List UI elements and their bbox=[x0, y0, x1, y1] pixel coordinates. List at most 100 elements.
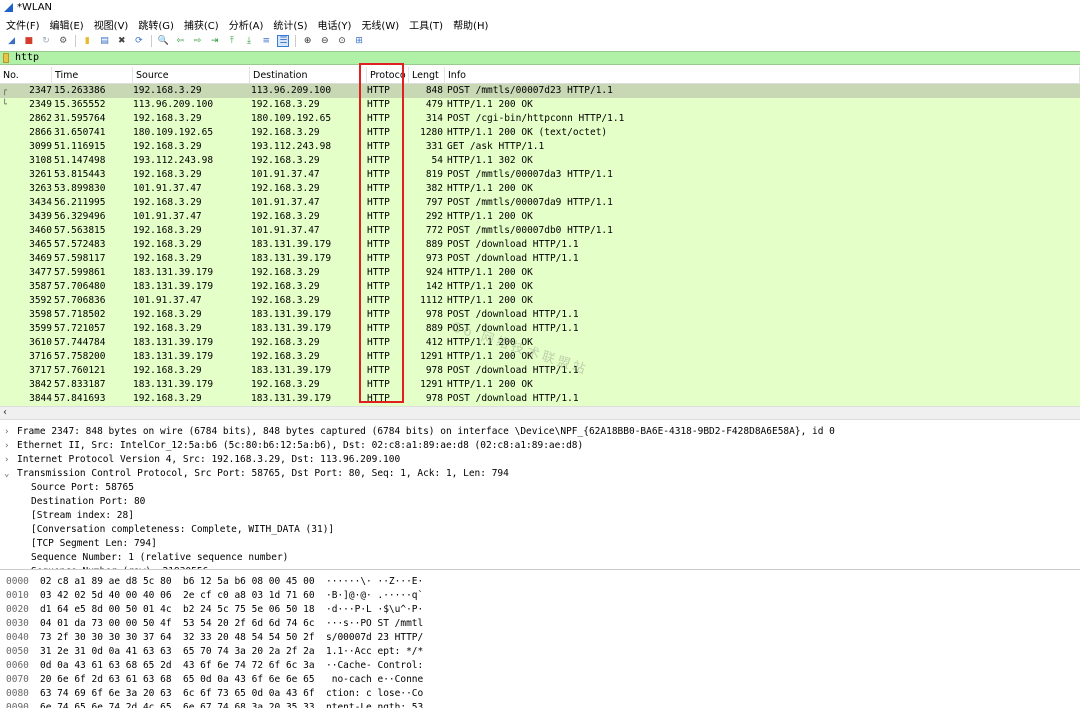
packet-list[interactable]: No. Time Source Destination Protoco Lengt Info… bbox=[0, 67, 1080, 406]
detail-line[interactable]: › Ethernet II, Src: IntelCor_12:5a:b6 (5c… bbox=[0, 439, 1080, 453]
packet-bytes-pane[interactable]: 0000 02 c8 a1 89 ae d8 5c 80 b6 12 5a b6 … bbox=[0, 574, 1080, 708]
packet-row[interactable]: 3263 53.899830 101.91.37.47 192.168.3.29 HTT… bbox=[0, 182, 1080, 196]
packet-row[interactable]: 3108 51.147498 193.112.243.98 192.168.3.29 H… bbox=[0, 154, 1080, 168]
detail-line[interactable]: [Stream index: 28] bbox=[0, 509, 1080, 523]
collapsed-arrow-icon[interactable]: › bbox=[4, 425, 14, 439]
bytes-line[interactable]: 0050 31 2e 31 0d 0a 41 63 63 65 70 74 3a … bbox=[0, 645, 1080, 659]
packet-row[interactable]: 3717 57.760121 192.168.3.29 183.131.39.179 H… bbox=[0, 364, 1080, 378]
open-file-icon[interactable]: ▮ bbox=[81, 35, 93, 47]
bytes-line[interactable]: 0070 20 6e 6f 2d 63 61 63 68 65 0d 0a 43 … bbox=[0, 673, 1080, 687]
find-packet-icon[interactable]: 🔍 bbox=[157, 35, 169, 47]
menu-item-7[interactable]: 电话(Y) bbox=[313, 17, 357, 32]
bytes-line[interactable]: 0020 d1 64 e5 8d 00 50 01 4c b2 24 5c 75 … bbox=[0, 603, 1080, 617]
stop-capture-icon[interactable]: ■ bbox=[23, 35, 35, 47]
column-header-destination[interactable]: Destination bbox=[250, 67, 367, 84]
packet-time: 15.263386 bbox=[54, 85, 106, 96]
scroll-left-icon[interactable]: ‹ bbox=[3, 407, 7, 419]
packet-list-rows[interactable]: ┌ 2347 15.263386 192.168.3.29 113.96.209.100… bbox=[0, 84, 1080, 406]
packet-row[interactable]: 3587 57.706480 183.131.39.179 192.168.3.29 H… bbox=[0, 280, 1080, 294]
packet-row[interactable]: 3844 57.841693 192.168.3.29 183.131.39.179 H… bbox=[0, 392, 1080, 406]
go-last-icon[interactable]: ⤓ bbox=[243, 35, 255, 47]
column-header-source[interactable]: Source bbox=[133, 67, 250, 84]
column-header-info[interactable]: Info bbox=[445, 67, 1080, 84]
bytes-ascii: ···s··PO ST /mmtl bbox=[326, 618, 424, 629]
bytes-line[interactable]: 0080 63 74 69 6f 6e 3a 20 63 6c 6f 73 65 … bbox=[0, 687, 1080, 701]
shark-fin-start-icon[interactable]: ◢ bbox=[6, 35, 18, 47]
packet-dst: 192.168.3.29 bbox=[251, 183, 320, 194]
menu-item-0[interactable]: 文件(F) bbox=[0, 17, 45, 32]
detail-line[interactable]: Source Port: 58765 bbox=[0, 481, 1080, 495]
packet-row[interactable]: 3842 57.833187 183.131.39.179 192.168.3.29 H… bbox=[0, 378, 1080, 392]
go-to-packet-icon[interactable]: ⇥ bbox=[209, 35, 221, 47]
bytes-line[interactable]: 0000 02 c8 a1 89 ae d8 5c 80 b6 12 5a b6 … bbox=[0, 575, 1080, 589]
close-file-icon[interactable]: ✖ bbox=[116, 35, 128, 47]
menu-item-2[interactable]: 视图(V) bbox=[89, 17, 134, 32]
reload-file-icon[interactable]: ⟳ bbox=[133, 35, 145, 47]
menu-item-4[interactable]: 捕获(C) bbox=[179, 17, 224, 32]
column-header-time[interactable]: Time bbox=[52, 67, 133, 84]
detail-line[interactable]: › Internet Protocol Version 4, Src: 192.1… bbox=[0, 453, 1080, 467]
menu-item-5[interactable]: 分析(A) bbox=[224, 17, 269, 32]
collapsed-arrow-icon[interactable]: › bbox=[4, 439, 14, 453]
packet-details-pane[interactable]: › Frame 2347: 848 bytes on wire (6784 bit… bbox=[0, 424, 1080, 570]
packet-row[interactable]: └ 2349 15.365552 113.96.209.100 192.168.3.29… bbox=[0, 98, 1080, 112]
go-first-icon[interactable]: ⤒ bbox=[226, 35, 238, 47]
column-header-no[interactable]: No. bbox=[0, 67, 52, 84]
packet-row[interactable]: 3261 53.815443 192.168.3.29 101.91.37.47 HTT… bbox=[0, 168, 1080, 182]
detail-text: Source Port: 58765 bbox=[31, 482, 134, 493]
colorize-icon[interactable]: ☰ bbox=[277, 35, 290, 47]
packet-row[interactable]: 3592 57.706836 101.91.37.47 192.168.3.29 HTT… bbox=[0, 294, 1080, 308]
collapsed-arrow-icon[interactable]: › bbox=[4, 453, 14, 467]
column-header-length[interactable]: Lengt bbox=[409, 67, 445, 84]
packet-row[interactable]: 3439 56.329496 101.91.37.47 192.168.3.29 HTT… bbox=[0, 210, 1080, 224]
bytes-line[interactable]: 0040 73 2f 30 30 30 30 37 64 32 33 20 48 … bbox=[0, 631, 1080, 645]
expanded-arrow-icon[interactable]: ⌄ bbox=[4, 467, 14, 481]
packet-row[interactable]: 3610 57.744784 183.131.39.179 192.168.3.29 H… bbox=[0, 336, 1080, 350]
menu-item-10[interactable]: 帮助(H) bbox=[448, 17, 493, 32]
packet-row[interactable]: 2866 31.650741 180.109.192.65 192.168.3.29 H… bbox=[0, 126, 1080, 140]
bytes-line[interactable]: 0060 0d 0a 43 61 63 68 65 2d 43 6f 6e 74 … bbox=[0, 659, 1080, 673]
detail-line[interactable]: Destination Port: 80 bbox=[0, 495, 1080, 509]
restart-capture-icon[interactable]: ↻ bbox=[40, 35, 52, 47]
packet-row[interactable]: 3599 57.721057 192.168.3.29 183.131.39.179 H… bbox=[0, 322, 1080, 336]
packet-row[interactable]: 3460 57.563815 192.168.3.29 101.91.37.47 HTT… bbox=[0, 224, 1080, 238]
packet-proto: HTTP bbox=[367, 379, 390, 390]
go-forward-icon[interactable]: ⇨ bbox=[191, 35, 203, 47]
menu-item-1[interactable]: 编辑(E) bbox=[45, 17, 89, 32]
bytes-line[interactable]: 0030 04 01 da 73 00 00 50 4f 53 54 20 2f … bbox=[0, 617, 1080, 631]
menu-item-6[interactable]: 统计(S) bbox=[268, 17, 312, 32]
detail-line[interactable]: ⌄ Transmission Control Protocol, Src Port… bbox=[0, 467, 1080, 481]
packet-row[interactable]: 3465 57.572483 192.168.3.29 183.131.39.179 H… bbox=[0, 238, 1080, 252]
menu-item-8[interactable]: 无线(W) bbox=[356, 17, 404, 32]
detail-line[interactable]: Sequence Number (raw): 21930556 bbox=[0, 565, 1080, 569]
packet-row[interactable]: 3716 57.758200 183.131.39.179 192.168.3.29 H… bbox=[0, 350, 1080, 364]
packet-row[interactable]: 3477 57.599861 183.131.39.179 192.168.3.29 H… bbox=[0, 266, 1080, 280]
packet-list-horizontal-scrollbar[interactable]: ‹ bbox=[0, 406, 1080, 420]
save-file-icon[interactable]: ▤ bbox=[99, 35, 111, 47]
menu-item-3[interactable]: 跳转(G) bbox=[133, 17, 179, 32]
display-filter-bar[interactable]: http bbox=[0, 51, 1080, 65]
packet-row[interactable]: 3469 57.598117 192.168.3.29 183.131.39.179 H… bbox=[0, 252, 1080, 266]
capture-options-icon[interactable]: ⚙ bbox=[57, 35, 69, 47]
zoom-in-icon[interactable]: ⊕ bbox=[302, 35, 314, 47]
autoscroll-icon[interactable]: ≡ bbox=[260, 35, 272, 47]
go-back-icon[interactable]: ⇦ bbox=[174, 35, 186, 47]
detail-line[interactable]: [TCP Segment Len: 794] bbox=[0, 537, 1080, 551]
packet-row[interactable]: 3434 56.211995 192.168.3.29 101.91.37.47 HTT… bbox=[0, 196, 1080, 210]
zoom-out-icon[interactable]: ⊖ bbox=[319, 35, 331, 47]
packet-row[interactable]: 2862 31.595764 192.168.3.29 180.109.192.65 H… bbox=[0, 112, 1080, 126]
detail-line[interactable]: Sequence Number: 1 (relative sequence nu… bbox=[0, 551, 1080, 565]
packet-row[interactable]: 3099 51.116915 192.168.3.29 193.112.243.98 H… bbox=[0, 140, 1080, 154]
menu-item-9[interactable]: 工具(T) bbox=[404, 17, 448, 32]
packet-row[interactable]: ┌ 2347 15.263386 192.168.3.29 113.96.209.100… bbox=[0, 84, 1080, 98]
zoom-reset-icon[interactable]: ⊙ bbox=[336, 35, 348, 47]
detail-line[interactable]: › Frame 2347: 848 bytes on wire (6784 bit… bbox=[0, 425, 1080, 439]
packet-row[interactable]: 3598 57.718502 192.168.3.29 183.131.39.179 H… bbox=[0, 308, 1080, 322]
bookmark-icon[interactable] bbox=[3, 53, 9, 63]
resize-columns-icon[interactable]: ⊞ bbox=[353, 35, 365, 47]
display-filter-input[interactable]: http bbox=[15, 52, 39, 64]
bytes-line[interactable]: 0010 03 42 02 5d 40 00 40 06 2e cf c0 a8 … bbox=[0, 589, 1080, 603]
column-header-protocol[interactable]: Protoco bbox=[367, 67, 409, 84]
packet-info: HTTP/1.1 200 OK bbox=[447, 295, 533, 306]
detail-line[interactable]: [Conversation completeness: Complete, WI… bbox=[0, 523, 1080, 537]
